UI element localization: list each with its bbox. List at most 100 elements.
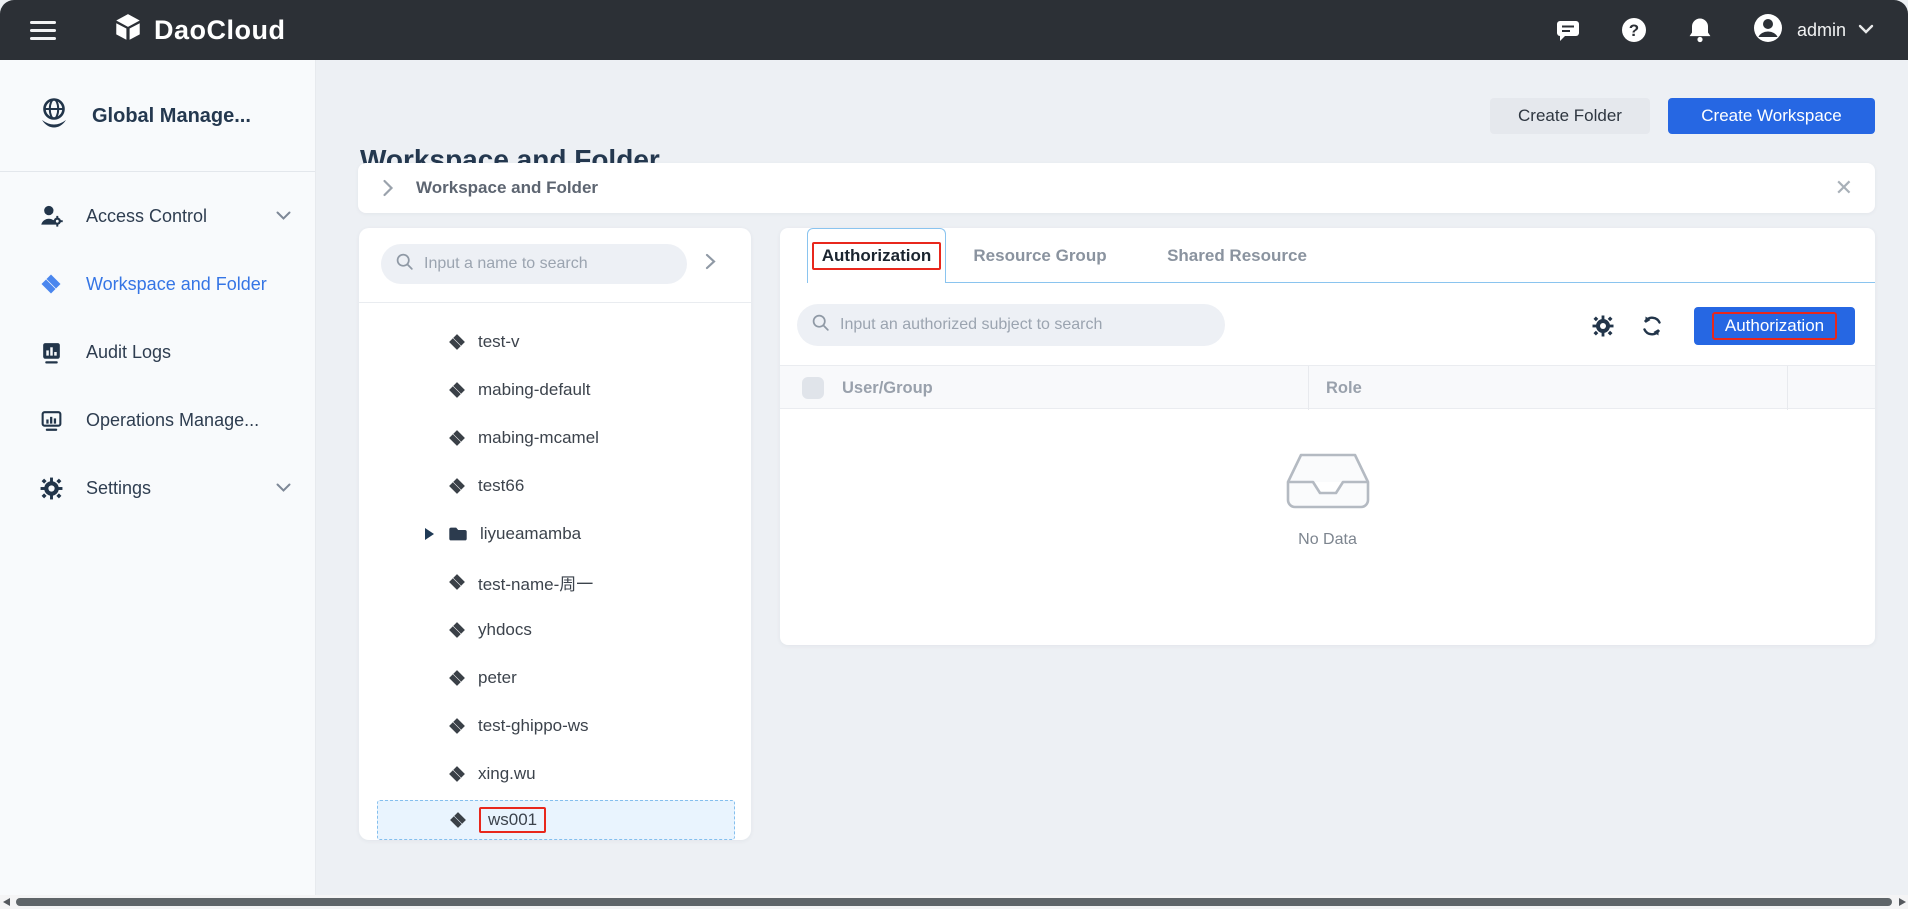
tree-item[interactable]: mabing-mcamel	[359, 414, 751, 462]
tree-item-label: mabing-mcamel	[478, 428, 599, 448]
gear-icon	[38, 476, 64, 501]
brand-name: DaoCloud	[154, 15, 286, 46]
topbar-actions: ? admin	[1553, 11, 1874, 50]
tree-item[interactable]: xing.wu	[359, 750, 751, 798]
workspace-icon	[448, 810, 468, 830]
tab-shared-resource[interactable]: Shared Resource	[1162, 228, 1312, 283]
column-header-user-group: User/Group	[842, 366, 933, 410]
sidebar-item-access-control[interactable]: Access Control	[0, 182, 315, 250]
sidebar-item-label: Settings	[86, 478, 151, 499]
horizontal-scrollbar	[0, 895, 1908, 909]
tree-item[interactable]: mabing-default	[359, 366, 751, 414]
workspace-tree-panel: test-v mabing-default mabing-mcamel test…	[359, 228, 751, 840]
subject-search-input[interactable]	[840, 316, 1163, 334]
avatar-icon	[1751, 11, 1785, 50]
workspace-icon	[447, 332, 467, 352]
tree-item-folder[interactable]: liyueamamba	[359, 510, 751, 558]
notification-bell-icon[interactable]	[1685, 15, 1715, 45]
menu-toggle-icon[interactable]	[30, 16, 56, 45]
refresh-icon[interactable]	[1640, 314, 1664, 343]
settings-gear-icon[interactable]	[1591, 314, 1615, 343]
table-header: User/Group Role	[780, 365, 1875, 409]
tree-item-label: mabing-default	[478, 380, 590, 400]
sidebar-item-settings[interactable]: Settings	[0, 454, 315, 522]
chat-icon[interactable]	[1553, 15, 1583, 45]
chevron-right-icon[interactable]	[382, 179, 394, 197]
workspace-icon	[447, 476, 467, 496]
close-icon[interactable]: ✕	[1835, 177, 1853, 199]
tree-list: test-v mabing-default mabing-mcamel test…	[359, 302, 751, 840]
chevron-down-icon	[276, 207, 291, 225]
column-divider	[1787, 366, 1788, 410]
workspace-diamond-icon	[38, 272, 64, 296]
annotation-box-tree-item: ws001	[479, 807, 546, 833]
tab-resource-group[interactable]: Resource Group	[970, 228, 1110, 283]
tree-item-label: liyueamamba	[480, 524, 581, 544]
svg-text:?: ?	[1629, 21, 1639, 40]
brand-logo[interactable]: DaoCloud	[112, 12, 286, 49]
tree-item[interactable]: peter	[359, 654, 751, 702]
authorization-button[interactable]: Authorization	[1694, 307, 1855, 345]
select-all-checkbox[interactable]	[802, 377, 824, 399]
user-name: admin	[1797, 20, 1846, 41]
tree-item-label: test66	[478, 476, 524, 496]
scrollbar-thumb[interactable]	[16, 898, 1892, 906]
workspace-icon	[447, 572, 467, 592]
workspace-icon	[447, 620, 467, 640]
scroll-left-arrow-icon[interactable]	[3, 898, 10, 906]
chevron-down-icon	[1858, 21, 1874, 39]
empty-state: No Data	[780, 450, 1875, 549]
tree-item[interactable]: test-ghippo-ws	[359, 702, 751, 750]
sidebar-item-label: Access Control	[86, 206, 207, 227]
tree-item-label: test-ghippo-ws	[478, 716, 589, 736]
create-workspace-button[interactable]: Create Workspace	[1668, 98, 1875, 134]
tree-item[interactable]: ws001	[377, 800, 735, 840]
main-area: Workspace and Folder Create Folder Creat…	[316, 60, 1908, 895]
folder-icon	[447, 523, 469, 545]
help-icon[interactable]: ?	[1619, 15, 1649, 45]
scroll-right-arrow-icon[interactable]	[1899, 898, 1906, 906]
sidebar-item-label: Workspace and Folder	[86, 274, 267, 295]
tree-search-input[interactable]	[424, 255, 652, 273]
tree-item-label: yhdocs	[478, 620, 532, 640]
panel-collapse-icon[interactable]	[705, 253, 716, 275]
tree-item[interactable]: yhdocs	[359, 606, 751, 654]
user-menu[interactable]: admin	[1751, 11, 1874, 50]
tree-item-label: xing.wu	[478, 764, 536, 784]
sidebar-item-operations-management[interactable]: Operations Manage...	[0, 386, 315, 454]
sidebar-product-label: Global Manage...	[92, 105, 251, 128]
expand-arrow-icon[interactable]	[425, 528, 434, 540]
sidebar-divider	[0, 171, 315, 172]
workspace-icon	[447, 380, 467, 400]
workspace-icon	[447, 764, 467, 784]
tree-item[interactable]: test-v	[359, 318, 751, 366]
sidebar-item-label: Operations Manage...	[86, 410, 259, 431]
annotation-box-tab: Authorization	[812, 242, 942, 270]
tab-authorization[interactable]: Authorization	[807, 228, 946, 283]
workspace-icon	[447, 716, 467, 736]
topbar: DaoCloud ?	[0, 0, 1908, 60]
tree-item-label: ws001	[488, 810, 537, 829]
workspace-detail-panel: Authorization Resource Group Shared Reso…	[780, 228, 1875, 645]
tree-item-label: peter	[478, 668, 517, 688]
sidebar-item-audit-logs[interactable]: Audit Logs	[0, 318, 315, 386]
sidebar-item-workspace-and-folder[interactable]: Workspace and Folder	[0, 250, 315, 318]
app-screen: DaoCloud ?	[0, 0, 1908, 909]
operations-chart-icon	[38, 408, 64, 433]
tree-item[interactable]: test66	[359, 462, 751, 510]
subject-search	[797, 304, 1225, 346]
tree-search	[381, 244, 687, 284]
sidebar: Global Manage... Access Co	[0, 60, 316, 895]
tree-item[interactable]: test-name-周一	[359, 558, 751, 606]
search-icon	[811, 313, 830, 337]
breadcrumb: Workspace and Folder ✕	[358, 163, 1875, 213]
workspace-icon	[447, 428, 467, 448]
workspace-icon	[447, 668, 467, 688]
sidebar-item-label: Audit Logs	[86, 342, 171, 363]
sidebar-product[interactable]: Global Manage...	[0, 60, 315, 167]
breadcrumb-label: Workspace and Folder	[416, 178, 598, 198]
column-divider	[1308, 366, 1309, 410]
create-folder-button[interactable]: Create Folder	[1490, 98, 1650, 134]
globe-icon	[36, 96, 72, 137]
daocloud-cube-icon	[112, 12, 144, 49]
